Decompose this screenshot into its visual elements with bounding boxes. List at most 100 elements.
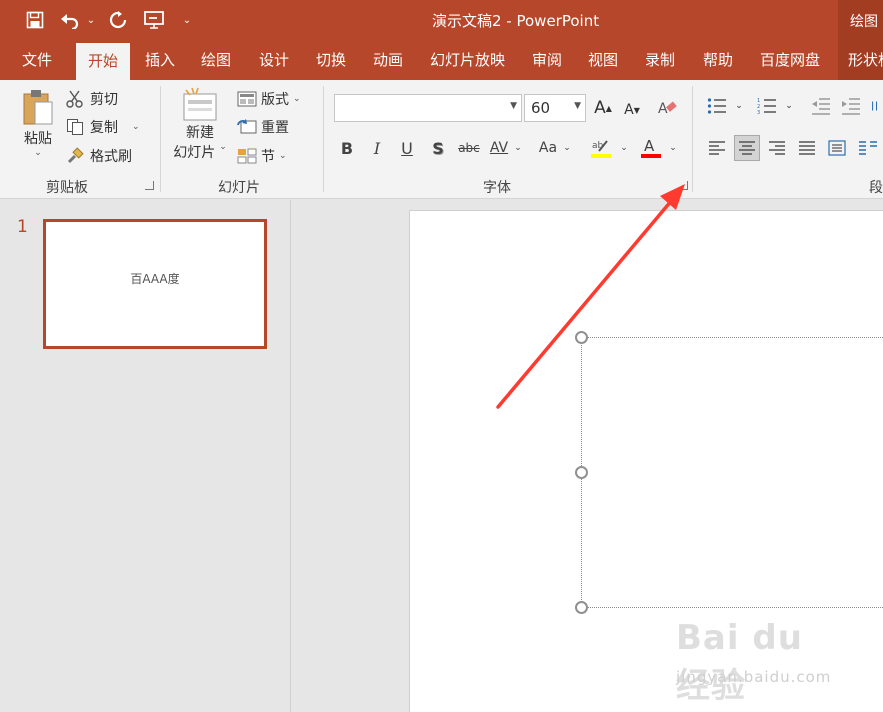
resize-handle-middle-left[interactable]: [575, 466, 588, 479]
reset-label: 重置: [261, 120, 289, 136]
align-center-icon[interactable]: [734, 135, 760, 161]
font-name-dropdown-icon[interactable]: ▼: [510, 101, 517, 111]
columns-icon[interactable]: [858, 135, 883, 161]
italic-button[interactable]: I: [365, 136, 389, 160]
font-color-dropdown-icon[interactable]: ⌄: [666, 136, 680, 160]
clipboard-group-label: 剪贴板: [46, 180, 88, 196]
paste-label: 粘贴: [24, 131, 52, 147]
svg-text:A: A: [644, 137, 655, 155]
text-placeholder[interactable]: [581, 337, 883, 608]
increase-font-size-icon[interactable]: A ▲: [592, 96, 614, 120]
slide-thumbnail-pane: 1 百AAA度: [0, 200, 291, 712]
format-painter-icon: [66, 147, 84, 165]
character-spacing-button[interactable]: AV: [487, 136, 511, 160]
tab-design[interactable]: 设计: [259, 40, 289, 80]
align-right-icon[interactable]: [764, 135, 790, 161]
justify-icon[interactable]: [794, 135, 820, 161]
align-left-icon[interactable]: [704, 135, 730, 161]
bold-button[interactable]: B: [335, 136, 359, 160]
undo-dropdown-icon[interactable]: ⌄: [84, 8, 98, 32]
tab-help[interactable]: 帮助: [703, 40, 733, 80]
font-color-button[interactable]: A: [638, 136, 664, 160]
layout-icon: [237, 91, 257, 107]
undo-icon[interactable]: [58, 8, 82, 32]
font-name-combobox[interactable]: ▼: [334, 94, 522, 122]
tab-file[interactable]: 文件: [22, 40, 52, 80]
clipboard-icon: [22, 88, 54, 126]
change-case-button[interactable]: Aa: [535, 136, 561, 160]
section-button[interactable]: 节 ⌄: [237, 145, 287, 167]
font-dialog-launcher[interactable]: [679, 181, 688, 190]
svg-text:A: A: [658, 101, 668, 117]
new-slide-dropdown-icon[interactable]: ⌄: [219, 142, 227, 162]
paste-dropdown-icon[interactable]: ⌄: [34, 148, 42, 158]
tab-review[interactable]: 审阅: [532, 40, 562, 80]
tab-slideshow[interactable]: 幻灯片放映: [430, 40, 505, 80]
tab-draw[interactable]: 绘图: [201, 40, 231, 80]
bullets-dropdown-icon[interactable]: ⌄: [732, 93, 746, 119]
section-dropdown-icon[interactable]: ⌄: [279, 151, 287, 161]
tab-insert[interactable]: 插入: [145, 40, 175, 80]
font-group-label: 字体: [483, 180, 511, 196]
redo-icon[interactable]: [106, 8, 130, 32]
character-spacing-dropdown-icon[interactable]: ⌄: [511, 136, 525, 160]
increase-indent-icon[interactable]: [838, 93, 864, 119]
cut-label: 剪切: [90, 92, 118, 108]
tab-home[interactable]: 开始: [76, 43, 131, 80]
text-direction-icon[interactable]: [870, 93, 883, 119]
decrease-indent-icon[interactable]: [808, 93, 834, 119]
copy-dropdown-icon[interactable]: ⌄: [132, 122, 140, 132]
tab-shape-format[interactable]: 形状格式: [838, 40, 883, 80]
layout-button[interactable]: 版式 ⌄: [237, 88, 301, 110]
slide-thumbnail[interactable]: 百AAA度: [43, 219, 267, 349]
underline-button[interactable]: U: [395, 136, 419, 160]
layout-label: 版式: [261, 92, 289, 108]
font-size-dropdown-icon[interactable]: ▼: [574, 101, 581, 111]
clipboard-dialog-launcher[interactable]: [145, 181, 154, 190]
reset-button[interactable]: 重置: [237, 116, 289, 138]
resize-handle-top-left[interactable]: [575, 331, 588, 344]
new-slide-icon: [180, 86, 220, 122]
layout-dropdown-icon[interactable]: ⌄: [293, 94, 301, 104]
font-size-combobox[interactable]: 60 ▼: [524, 94, 586, 122]
strikethrough-button[interactable]: abc: [456, 136, 482, 160]
text-shadow-button[interactable]: S: [426, 136, 450, 160]
new-slide-label-line2: 幻灯片 ⌄: [173, 142, 227, 162]
highlight-color-dropdown-icon[interactable]: ⌄: [617, 136, 631, 160]
tab-view[interactable]: 视图: [588, 40, 618, 80]
tab-transitions[interactable]: 切换: [316, 40, 346, 80]
paste-button[interactable]: 粘贴 ⌄: [20, 88, 56, 158]
scissors-icon: [66, 90, 84, 108]
paragraph-group-label: 段落: [869, 180, 883, 196]
group-separator: [160, 86, 161, 192]
customize-quick-access-icon[interactable]: ⌄: [180, 8, 194, 32]
clear-formatting-icon[interactable]: A: [656, 96, 680, 120]
copy-label: 复制: [90, 120, 118, 136]
copy-button[interactable]: 复制 ⌄: [66, 116, 140, 138]
decrease-font-size-icon[interactable]: A ▼: [621, 98, 643, 122]
tab-animations[interactable]: 动画: [373, 40, 403, 80]
highlight-color-button[interactable]: ab: [588, 136, 614, 160]
numbering-dropdown-icon[interactable]: ⌄: [782, 93, 796, 119]
new-slide-button[interactable]: 新建 幻灯片 ⌄: [168, 86, 232, 162]
resize-handle-bottom-left[interactable]: [575, 601, 588, 614]
numbering-icon[interactable]: 123: [754, 93, 780, 119]
watermark-url: jingyan.baidu.com: [676, 668, 832, 686]
save-icon[interactable]: [24, 8, 46, 32]
window-title: 演示文稿2 - PowerPoint: [432, 12, 600, 30]
drawing-tools-context-label: 绘图: [838, 0, 883, 40]
ribbon: 粘贴 ⌄ 剪切 复制 ⌄ 格式刷 剪贴板 新建 幻灯片 ⌄ 版式 ⌄ 重置 节 ⌄…: [0, 80, 883, 199]
tab-record[interactable]: 录制: [645, 40, 675, 80]
baidu-jingyan-watermark: Bai du 经验 jingyan.baidu.com: [676, 618, 836, 706]
change-case-dropdown-icon[interactable]: ⌄: [560, 136, 574, 160]
section-label: 节: [261, 149, 275, 165]
cut-button[interactable]: 剪切: [66, 88, 118, 110]
format-painter-button[interactable]: 格式刷: [66, 145, 132, 167]
start-slideshow-icon[interactable]: [141, 8, 167, 32]
distributed-align-icon[interactable]: [824, 135, 850, 161]
slide-number: 1: [17, 217, 28, 237]
section-icon: [237, 148, 257, 164]
tab-baidu-netdisk[interactable]: 百度网盘: [760, 40, 820, 80]
format-painter-label: 格式刷: [90, 149, 132, 165]
bullets-icon[interactable]: [704, 93, 730, 119]
